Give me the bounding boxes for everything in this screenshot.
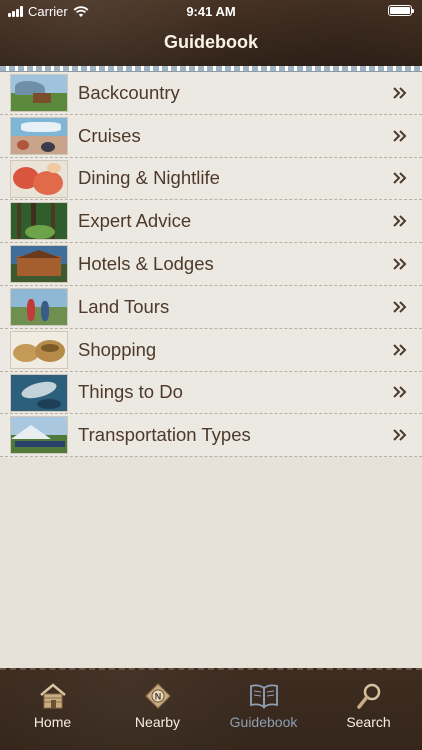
page-title: Guidebook bbox=[164, 32, 258, 52]
transportation-thumbnail bbox=[10, 416, 68, 455]
list-item-label: Expert Advice bbox=[78, 210, 192, 232]
list-item-label: Things to Do bbox=[78, 381, 183, 403]
list-item-transportation-types[interactable]: Transportation Types bbox=[0, 414, 422, 458]
compass-icon: N bbox=[144, 683, 171, 709]
list-item-land-tours[interactable]: Land Tours bbox=[0, 285, 422, 329]
tab-label: Home bbox=[33, 714, 72, 730]
navigation-bar: Carrier 9:41 AM Guidebook bbox=[0, 0, 422, 70]
list-item-label: Shopping bbox=[78, 338, 157, 360]
list-item-label: Cruises bbox=[78, 124, 141, 146]
chevron-double-right-icon bbox=[393, 258, 407, 270]
list-item-shopping[interactable]: Shopping bbox=[0, 328, 422, 372]
cabin-icon bbox=[39, 683, 66, 709]
battery-icon bbox=[388, 5, 414, 16]
chevron-double-right-icon bbox=[393, 129, 407, 142]
list-item-label: Backcountry bbox=[78, 81, 180, 103]
things-to-do-thumbnail bbox=[10, 373, 68, 412]
tab-label: Search bbox=[346, 714, 391, 730]
magnifier-icon bbox=[356, 683, 380, 709]
tab-bar: Home N Nearby Guidebook Search bbox=[0, 668, 422, 750]
open-book-icon bbox=[249, 684, 278, 709]
list-item-expert-advice[interactable]: Expert Advice bbox=[0, 200, 422, 244]
list-item-label: Hotels & Lodges bbox=[78, 253, 214, 275]
tab-guidebook[interactable]: Guidebook bbox=[211, 682, 316, 730]
shopping-thumbnail bbox=[10, 330, 68, 369]
chevron-double-right-icon bbox=[393, 301, 407, 313]
svg-text:N: N bbox=[154, 692, 161, 702]
tab-nearby[interactable]: N Nearby bbox=[105, 682, 210, 730]
guidebook-category-list: Backcountry Cruises Dining & Nightlife E… bbox=[0, 72, 422, 458]
tab-home[interactable]: Home bbox=[0, 682, 105, 730]
land-tours-thumbnail bbox=[10, 287, 68, 326]
chevron-double-right-icon bbox=[393, 343, 407, 356]
backcountry-thumbnail bbox=[10, 74, 68, 112]
tab-search[interactable]: Search bbox=[316, 682, 421, 730]
chevron-double-right-icon bbox=[393, 172, 407, 185]
list-item-cruises[interactable]: Cruises bbox=[0, 114, 422, 158]
chevron-double-right-icon bbox=[393, 215, 407, 227]
tab-label: Guidebook bbox=[229, 714, 298, 730]
hotels-thumbnail bbox=[10, 245, 68, 284]
list-item-label: Land Tours bbox=[78, 295, 170, 317]
cruises-thumbnail bbox=[10, 116, 68, 155]
chevron-double-right-icon bbox=[393, 87, 407, 99]
expert-advice-thumbnail bbox=[10, 202, 68, 241]
list-item-things-to-do[interactable]: Things to Do bbox=[0, 371, 422, 415]
status-bar: Carrier 9:41 AM bbox=[0, 0, 422, 22]
dining-thumbnail bbox=[10, 159, 68, 198]
list-item-label: Transportation Types bbox=[78, 424, 251, 446]
chevron-double-right-icon bbox=[393, 386, 407, 399]
status-time: 9:41 AM bbox=[186, 4, 236, 19]
tab-label: Nearby bbox=[134, 714, 181, 730]
list-item-label: Dining & Nightlife bbox=[78, 167, 220, 189]
list-item-backcountry[interactable]: Backcountry bbox=[0, 72, 422, 115]
chevron-double-right-icon bbox=[393, 429, 407, 441]
list-item-hotels-lodges[interactable]: Hotels & Lodges bbox=[0, 243, 422, 286]
list-item-dining-nightlife[interactable]: Dining & Nightlife bbox=[0, 157, 422, 201]
